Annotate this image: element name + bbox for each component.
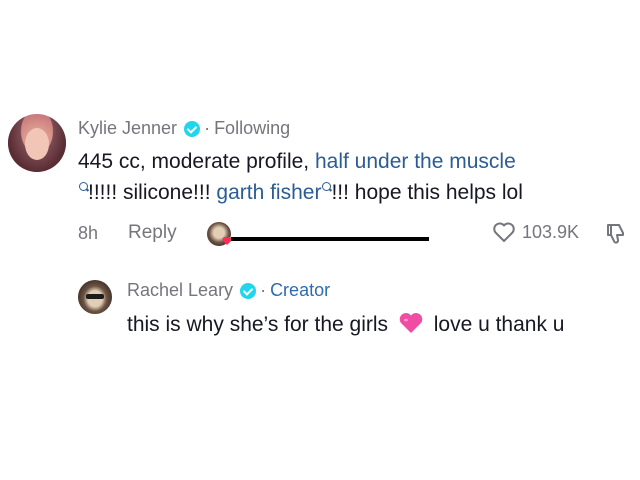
comment-text-line-1: 445 cc, moderate profile, half under the… — [78, 147, 516, 177]
creator-label: Creator — [270, 280, 331, 300]
reply-text-part: this is why she’s for the girls — [127, 313, 394, 336]
header-separator: · — [204, 118, 211, 138]
header-separator: · — [260, 280, 267, 300]
search-icon[interactable] — [322, 182, 332, 191]
like-count: 103.9K — [522, 221, 580, 242]
following-label: Following — [214, 118, 291, 138]
reply-header: Rachel Leary · Creator — [127, 280, 330, 301]
reply-text-part: love u thank u — [427, 313, 565, 336]
reply-text: this is why she’s for the girls love u t… — [127, 310, 564, 340]
heart-outline-icon[interactable] — [492, 221, 516, 243]
search-link-half-under-the-muscle[interactable]: half under the muscle — [315, 150, 516, 173]
redaction-bar — [231, 237, 429, 241]
comment-text-line-2: !!!!! silicone!!! garth fisher !!! hope t… — [78, 178, 523, 208]
search-icon[interactable] — [79, 182, 88, 191]
comment-timestamp: 8h — [78, 223, 99, 243]
comment-text-part: 445 cc, moderate profile, — [78, 150, 315, 173]
comment-text-part: !!! hope this helps lol — [331, 181, 523, 204]
reply-button[interactable]: Reply — [128, 222, 177, 244]
pink-heart-emoji — [399, 313, 423, 333]
commenter-avatar[interactable] — [8, 114, 66, 172]
reply-username[interactable]: Rachel Leary — [127, 280, 233, 301]
comment-text-part: !!!!! silicone!!! — [88, 181, 217, 204]
thumbs-down-icon[interactable] — [604, 221, 628, 245]
verified-badge-icon — [184, 120, 201, 137]
verified-badge-icon — [240, 282, 257, 299]
comment-header: Kylie Jenner · Following — [78, 118, 290, 139]
commenter-username[interactable]: Kylie Jenner — [78, 118, 177, 139]
avatar-glasses — [86, 294, 104, 299]
search-link-garth-fisher[interactable]: garth fisher — [216, 181, 321, 204]
reply-avatar[interactable] — [78, 280, 112, 314]
avatar-face — [25, 128, 49, 160]
like-button[interactable]: 103.9K — [492, 221, 579, 243]
